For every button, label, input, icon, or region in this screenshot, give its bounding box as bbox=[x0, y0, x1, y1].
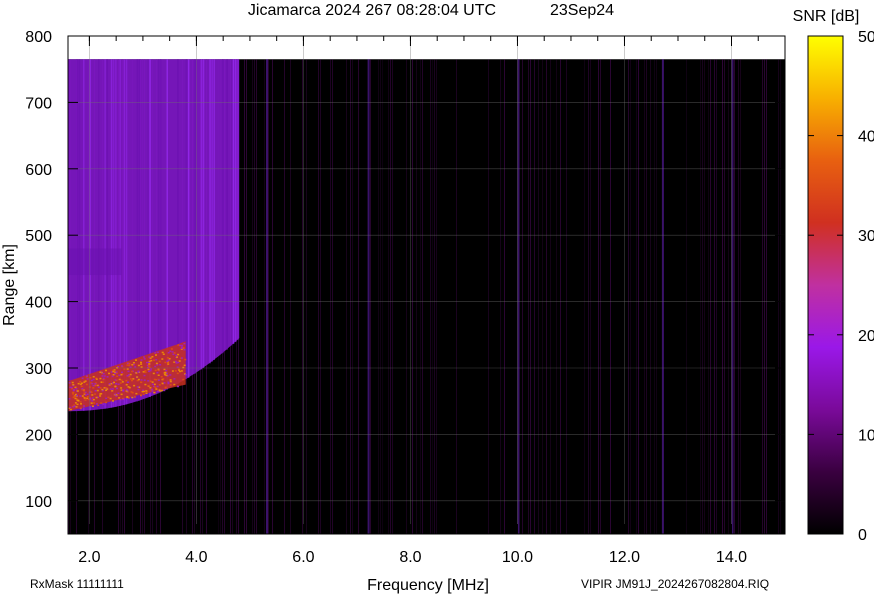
colorbar-tick-label: 20 bbox=[858, 328, 874, 345]
echo-gap bbox=[68, 248, 122, 276]
y-tick-label: 200 bbox=[25, 427, 52, 444]
ionogram-figure: 2.0 4.0 6.0 8.0 10.0 12.0 14.0 100 200 300 400 500 6… bbox=[0, 0, 874, 595]
y-tick-label: 800 bbox=[25, 29, 52, 46]
colorbar-label: SNR [dB] bbox=[793, 8, 860, 25]
y-tick-label: 400 bbox=[25, 295, 52, 312]
ionogram-chart: 2.0 4.0 6.0 8.0 10.0 12.0 14.01002003004005006… bbox=[1, 2, 874, 594]
interference-line bbox=[731, 59, 734, 534]
x-axis-label: Frequency [MHz] bbox=[367, 577, 489, 594]
colorbar-tick-label: 40 bbox=[858, 129, 874, 146]
file-label: VIPIR JM91J_2024267082804.RIQ bbox=[581, 577, 770, 591]
x-tick-label: 6.0 bbox=[292, 549, 314, 566]
y-tick-label: 600 bbox=[25, 162, 52, 179]
colorbar-tick-label: 0 bbox=[858, 527, 867, 544]
x-tick-label: 8.0 bbox=[399, 549, 421, 566]
y-tick-label: 700 bbox=[25, 95, 52, 112]
chart-title: Jicamarca 2024 267 08:28:04 UTC bbox=[248, 2, 496, 19]
x-tick-label: 2.0 bbox=[78, 549, 100, 566]
y-axis-label: Range [km] bbox=[1, 244, 18, 326]
x-tick-label: 4.0 bbox=[185, 549, 207, 566]
y-tick-label: 100 bbox=[25, 494, 52, 511]
date-label: 23Sep24 bbox=[550, 2, 614, 19]
interference-line bbox=[661, 59, 664, 534]
colorbar bbox=[807, 35, 844, 535]
y-tick-label: 300 bbox=[25, 361, 52, 378]
y-tick-label: 500 bbox=[25, 228, 52, 245]
colorbar-tick-label: 30 bbox=[858, 228, 874, 245]
colorbar-tick-label: 10 bbox=[858, 427, 874, 444]
x-tick-label: 14.0 bbox=[716, 549, 747, 566]
plot-area bbox=[68, 59, 785, 534]
x-tick-label: 12.0 bbox=[609, 549, 640, 566]
colorbar-tick-label: 50 bbox=[858, 29, 874, 46]
rxmask-label: RxMask 11111111 bbox=[30, 577, 124, 591]
x-tick-label: 10.0 bbox=[502, 549, 533, 566]
interference-line bbox=[517, 59, 520, 534]
interference-line bbox=[367, 59, 370, 534]
interference-line bbox=[266, 59, 268, 534]
